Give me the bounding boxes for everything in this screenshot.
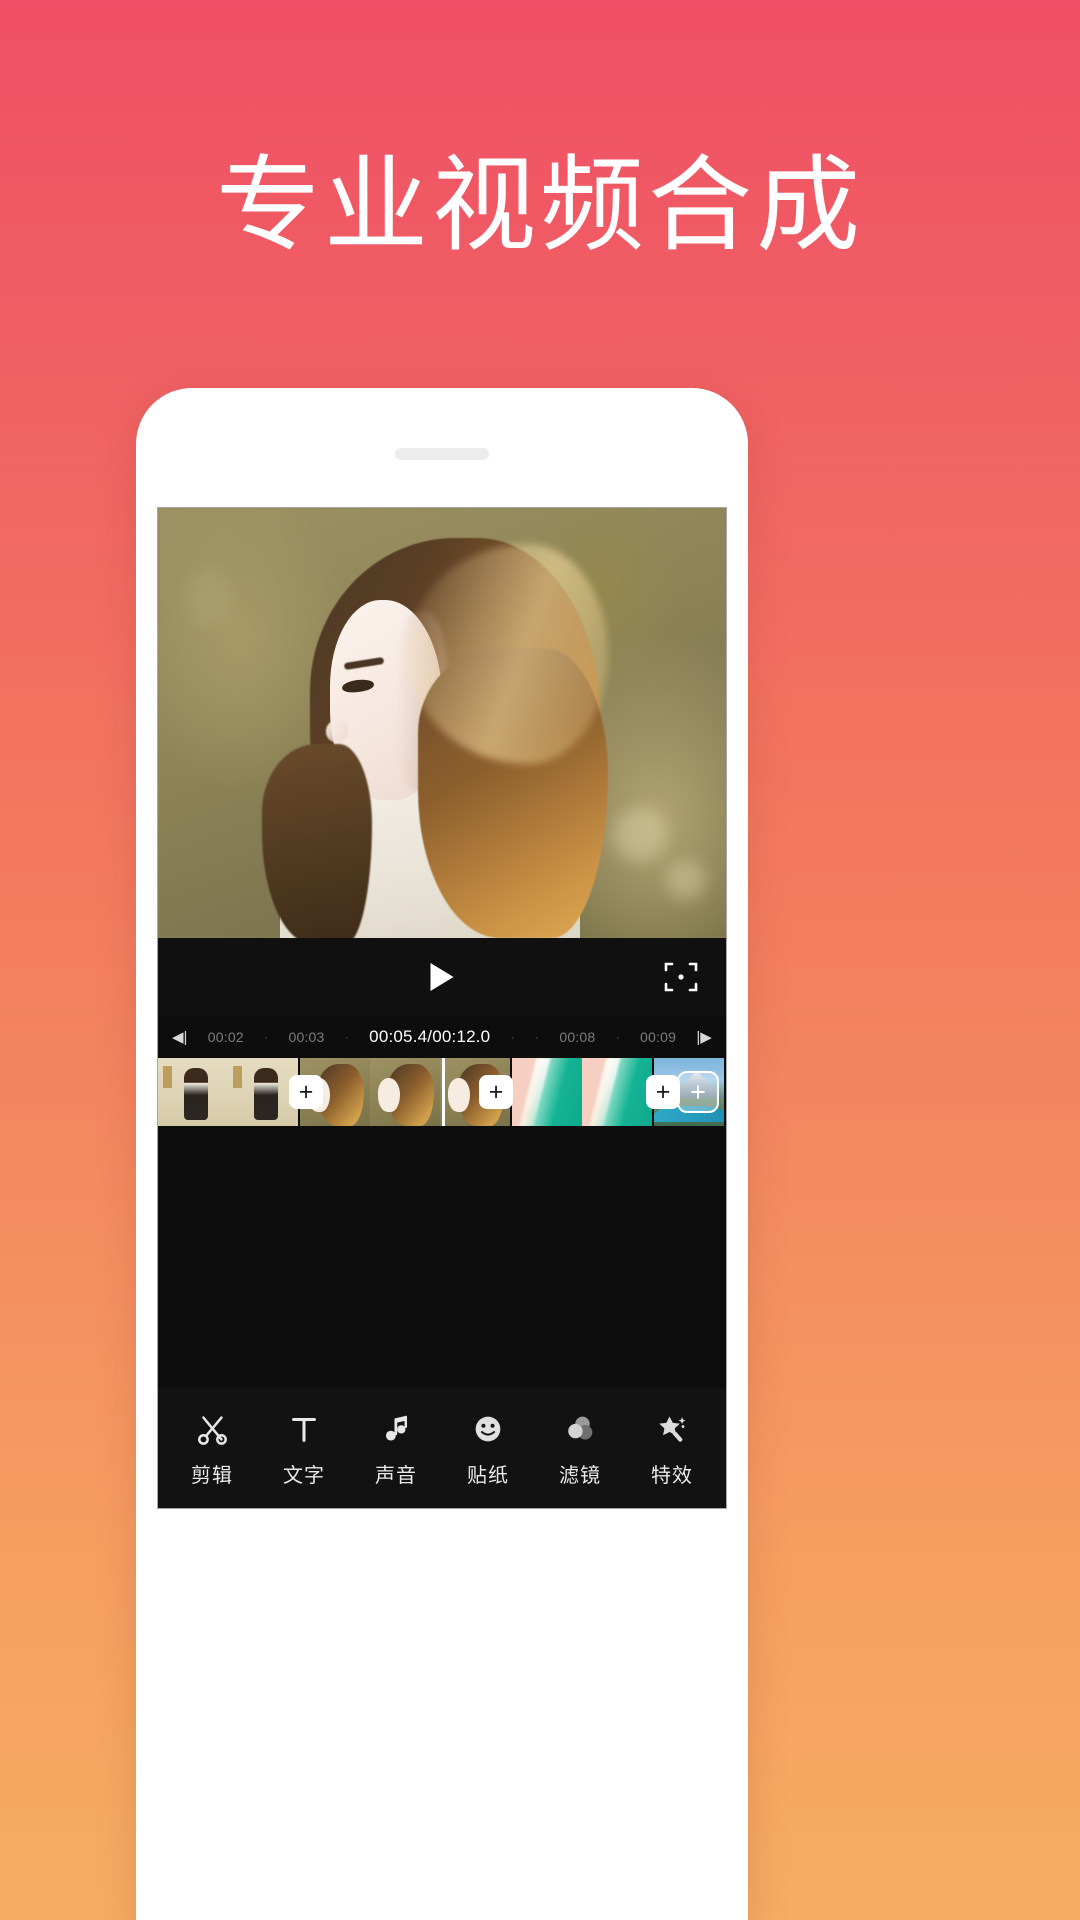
app-screen: ◀| 00:02 · 00:03 · 00:05.4/00:12.0 · · 0…: [158, 508, 726, 1508]
playhead-indicator[interactable]: [442, 1058, 445, 1126]
tool-audio[interactable]: 声音: [354, 1409, 438, 1488]
tool-label: 特效: [651, 1462, 693, 1487]
tool-effects[interactable]: 特效: [630, 1409, 714, 1488]
skip-previous-icon[interactable]: ◀|: [172, 1030, 187, 1045]
player-control-bar: [158, 938, 726, 1016]
tool-label: 贴纸: [467, 1462, 509, 1487]
ruler-tick-dot: ·: [535, 1030, 539, 1044]
timeline-clip-beach[interactable]: [512, 1058, 654, 1126]
skip-next-icon[interactable]: |▶: [696, 1030, 711, 1045]
tool-label: 剪辑: [191, 1462, 233, 1487]
subject-hair-left: [262, 744, 372, 938]
clip-frame: [228, 1058, 298, 1126]
clip-frame: [158, 1058, 228, 1126]
timeline-clip-braids[interactable]: [158, 1058, 300, 1126]
ruler-tick-time: 00:08: [559, 1029, 596, 1045]
add-clip-button[interactable]: +: [646, 1075, 680, 1109]
clip-frame: [582, 1058, 652, 1126]
tool-sticker[interactable]: 贴纸: [446, 1409, 530, 1488]
music-note-icon: [376, 1409, 416, 1449]
tool-trim[interactable]: 剪辑: [170, 1409, 254, 1488]
phone-mockup: ◀| 00:02 · 00:03 · 00:05.4/00:12.0 · · 0…: [136, 388, 748, 1920]
ruler-tick-time: 00:02: [207, 1029, 244, 1045]
filter-circles-icon: [560, 1409, 600, 1449]
video-preview[interactable]: [158, 508, 726, 938]
tool-text[interactable]: 文字: [262, 1409, 346, 1488]
ruler-tick-dot: ·: [264, 1030, 269, 1044]
tool-label: 滤镜: [559, 1462, 601, 1487]
bokeh-light: [613, 808, 667, 862]
clip-frame: [370, 1058, 440, 1126]
magic-wand-star-icon: [652, 1409, 692, 1449]
smiley-icon: [468, 1409, 508, 1449]
bokeh-light: [186, 568, 232, 628]
append-clip-button[interactable]: +: [677, 1071, 719, 1113]
editor-toolbar: 剪辑 文字 声音 贴纸 滤镜 特效: [158, 1388, 726, 1508]
promo-page: 专业视频合成 ◀| 00:02 · 00:03 · 00:05.4/00:12.…: [0, 0, 1080, 1920]
play-icon[interactable]: [430, 963, 454, 991]
subject-nose: [326, 720, 348, 742]
text-t-icon: [284, 1409, 324, 1449]
tool-label: 声音: [375, 1462, 417, 1487]
ruler-tick-time: 00:03: [288, 1029, 325, 1045]
ruler-tick-dot: ·: [344, 1030, 349, 1044]
add-clip-button[interactable]: +: [479, 1075, 513, 1109]
page-title: 专业视频合成: [215, 144, 864, 266]
timeline-filmstrip[interactable]: + + + +: [158, 1058, 726, 1126]
current-time-readout: 00:05.4/00:12.0: [369, 1027, 491, 1046]
edit-workspace: [158, 1126, 726, 1388]
tool-label: 文字: [283, 1462, 325, 1487]
timeline-ruler[interactable]: ◀| 00:02 · 00:03 · 00:05.4/00:12.0 · · 0…: [158, 1016, 726, 1058]
ruler-tick-dot: ·: [510, 1030, 515, 1044]
tool-filter[interactable]: 滤镜: [538, 1409, 622, 1488]
add-clip-button[interactable]: +: [289, 1075, 323, 1109]
bokeh-light: [666, 860, 706, 900]
clip-frame: [512, 1058, 582, 1126]
crop-frame-icon[interactable]: [662, 958, 700, 996]
ruler-tick-dot: ·: [615, 1030, 620, 1044]
ruler-tick-time: 00:09: [640, 1029, 677, 1045]
scissors-icon: [192, 1409, 232, 1449]
phone-speaker: [395, 448, 489, 460]
